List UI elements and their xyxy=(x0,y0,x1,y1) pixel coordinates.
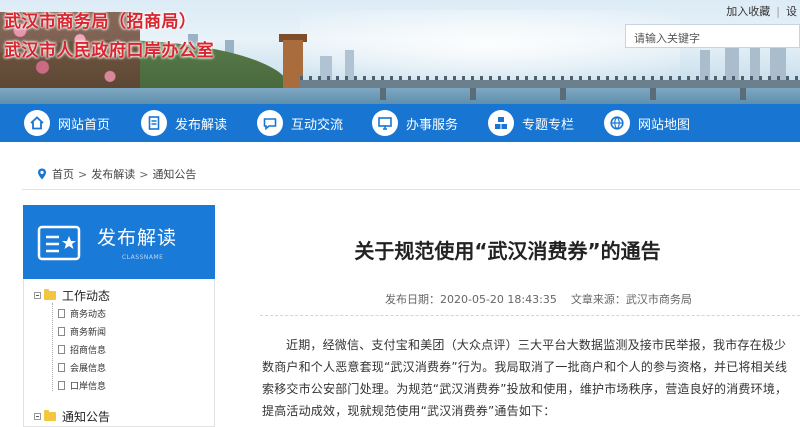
article-title: 关于规范使用“武汉消费券”的通告 xyxy=(354,239,661,263)
nav-item-home[interactable]: 网站首页 xyxy=(24,104,110,142)
search-placeholder: 请输入关键字 xyxy=(634,32,700,45)
document-icon xyxy=(141,110,167,136)
sidebar-title: 发布解读 xyxy=(97,227,178,249)
sidebar-item[interactable]: 商务新闻 xyxy=(58,325,106,338)
banner-sky xyxy=(300,10,680,80)
sidebar-section-notice[interactable]: 通知公告 xyxy=(34,408,110,425)
top-links: 加入收藏 | 设 xyxy=(723,3,800,19)
banner-bridge xyxy=(300,80,800,88)
location-pin-icon xyxy=(38,168,46,180)
breadcrumb-divider xyxy=(22,189,800,190)
monitor-icon xyxy=(372,110,398,136)
breadcrumb-separator: > xyxy=(139,167,149,181)
nav-item-sitemap[interactable]: 网站地图 xyxy=(604,104,690,142)
bridge-pier xyxy=(740,88,746,100)
breadcrumb-separator: > xyxy=(78,167,88,181)
bridge-pier xyxy=(650,88,656,100)
bridge-pier xyxy=(380,88,386,100)
bridge-pier xyxy=(560,88,566,100)
breadcrumb-current[interactable]: 通知公告 xyxy=(152,166,196,182)
header-banner: 武汉市商务局（招商局） 武汉市人民政府口岸办公室 加入收藏 | 设 请输入关键字 xyxy=(0,0,800,104)
tree-line xyxy=(52,303,53,391)
document-icon xyxy=(58,327,65,336)
document-icon xyxy=(58,363,65,372)
bridge-pier xyxy=(470,88,476,100)
chat-icon xyxy=(257,110,283,136)
sidebar-section-work[interactable]: 工作动态 xyxy=(34,287,110,304)
sidebar-item-label: 商务新闻 xyxy=(70,328,107,338)
nav-item-interaction[interactable]: 互动交流 xyxy=(257,104,343,142)
main-nav: 网站首页 发布解读 互动交流 办事服务 专题专栏 网站地图 xyxy=(0,104,800,142)
nav-item-services[interactable]: 办事服务 xyxy=(372,104,458,142)
nav-label: 互动交流 xyxy=(291,117,344,133)
sidebar-section-label: 通知公告 xyxy=(62,410,111,424)
site-subtitle: 武汉市人民政府口岸办公室 xyxy=(4,41,214,61)
meta-divider xyxy=(260,315,800,316)
expand-icon[interactable] xyxy=(34,292,41,299)
add-favorite-link[interactable]: 加入收藏 xyxy=(723,5,773,18)
site-title: 武汉市商务局（招商局） xyxy=(4,12,197,32)
sidebar-subtitle: CLASSNAME xyxy=(122,254,164,261)
sidebar-item[interactable]: 商务动态 xyxy=(58,307,106,320)
document-icon xyxy=(58,345,65,354)
nav-label: 专题专栏 xyxy=(522,117,575,133)
nav-item-topics[interactable]: 专题专栏 xyxy=(488,104,574,142)
nav-label: 网站地图 xyxy=(638,117,691,133)
sidebar-item-label: 口岸信息 xyxy=(70,382,107,392)
settings-link[interactable]: 设 xyxy=(783,5,800,18)
folder-icon xyxy=(44,410,56,421)
sidebar-header: 发布解读 CLASSNAME xyxy=(23,205,215,279)
article-body: 近期，经微信、支付宝和美团（大众点评）三大平台大数据监测及接市民举报，我市存在极… xyxy=(262,338,788,418)
sidebar-item-label: 会展信息 xyxy=(70,364,107,374)
sidebar-section-label: 工作动态 xyxy=(62,289,111,303)
breadcrumb-release[interactable]: 发布解读 xyxy=(91,166,135,182)
sidebar-item[interactable]: 口岸信息 xyxy=(58,379,106,392)
id-card-icon xyxy=(37,225,81,261)
search-input[interactable]: 请输入关键字 xyxy=(625,24,800,48)
sidebar-item[interactable]: 招商信息 xyxy=(58,343,106,356)
sidebar-item-label: 商务动态 xyxy=(70,310,107,320)
nav-label: 发布解读 xyxy=(175,117,228,133)
home-icon xyxy=(24,110,50,136)
expand-icon[interactable] xyxy=(34,413,41,420)
cubes-icon xyxy=(488,110,514,136)
nav-label: 办事服务 xyxy=(406,117,459,133)
sidebar-item-label: 招商信息 xyxy=(70,346,107,356)
link-separator: | xyxy=(776,5,780,18)
nav-item-release[interactable]: 发布解读 xyxy=(141,104,227,142)
breadcrumb: 首页 > 发布解读 > 通知公告 xyxy=(36,166,196,182)
sidebar-item[interactable]: 会展信息 xyxy=(58,361,106,374)
article-source: 文章来源：武汉市商务局 xyxy=(570,293,692,306)
nav-label: 网站首页 xyxy=(58,117,111,133)
document-icon xyxy=(58,309,65,318)
banner-river xyxy=(0,88,800,104)
document-icon xyxy=(58,381,65,390)
breadcrumb-home[interactable]: 首页 xyxy=(52,166,74,182)
folder-icon xyxy=(44,289,56,300)
publish-date: 发布日期：2020-05-20 18:43:35 xyxy=(385,293,557,306)
globe-icon xyxy=(604,110,630,136)
article-meta: 发布日期：2020-05-20 18:43:35 文章来源：武汉市商务局 xyxy=(385,291,706,307)
